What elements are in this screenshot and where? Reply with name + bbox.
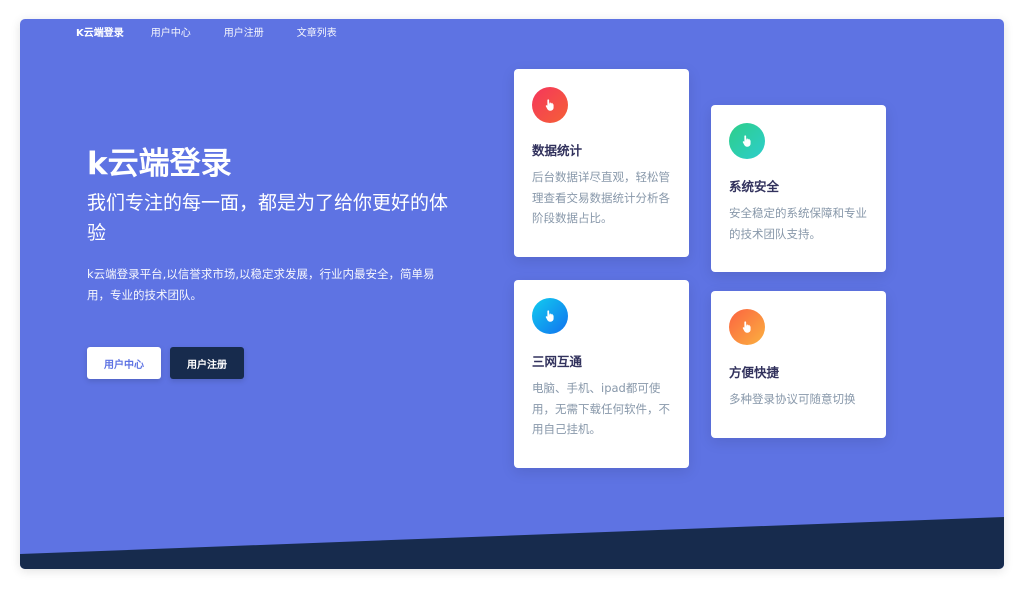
nav-link-register[interactable]: 用户注册 xyxy=(224,24,264,39)
feature-card-data-stats: 数据统计 后台数据详尽直观，轻松管理查看交易数据统计分析各阶段数据占比。 xyxy=(514,69,689,257)
thumb-pointer-icon xyxy=(729,123,765,159)
feature-card-convenience: 方便快捷 多种登录协议可随意切换 xyxy=(711,291,886,438)
feature-card-multi-network: 三网互通 电脑、手机、ipad都可使用，无需下载任何软件，不用自己挂机。 xyxy=(514,280,689,468)
card-title: 方便快捷 xyxy=(729,365,780,380)
bottom-slant-divider xyxy=(20,517,1004,569)
nav-brand[interactable]: K云端登录 xyxy=(76,24,124,39)
card-title: 系统安全 xyxy=(729,179,780,194)
card-text: 后台数据详尽直观，轻松管理查看交易数据统计分析各阶段数据占比。 xyxy=(532,170,670,225)
user-center-button[interactable]: 用户中心 xyxy=(87,347,161,379)
hero-description: k云端登录平台,以信誉求市场,以稳定求发展，行业内最安全，简单易用，专业的技术团… xyxy=(87,267,435,302)
card-text: 安全稳定的系统保障和专业的技术团队支持。 xyxy=(729,206,867,241)
register-button[interactable]: 用户注册 xyxy=(170,347,244,379)
hero-title: k云端登录 xyxy=(87,146,232,182)
nav-link-article-list[interactable]: 文章列表 xyxy=(297,24,337,39)
card-text: 电脑、手机、ipad都可使用，无需下载任何软件，不用自己挂机。 xyxy=(532,381,670,436)
page-window: K云端登录 用户中心 用户注册 文章列表 k云端登录 我们专注的每一面，都是为了… xyxy=(20,19,1004,569)
thumb-pointer-icon xyxy=(532,87,568,123)
feature-card-security: 系统安全 安全稳定的系统保障和专业的技术团队支持。 xyxy=(711,105,886,272)
card-title: 三网互通 xyxy=(532,354,583,369)
hero-subtitle: 我们专注的每一面，都是为了给你更好的体验 xyxy=(87,192,449,244)
top-navbar: K云端登录 用户中心 用户注册 文章列表 xyxy=(76,22,370,40)
thumb-pointer-icon xyxy=(532,298,568,334)
card-text: 多种登录协议可随意切换 xyxy=(729,392,856,406)
thumb-pointer-icon xyxy=(729,309,765,345)
nav-link-user-center[interactable]: 用户中心 xyxy=(151,24,191,39)
card-title: 数据统计 xyxy=(532,143,583,158)
